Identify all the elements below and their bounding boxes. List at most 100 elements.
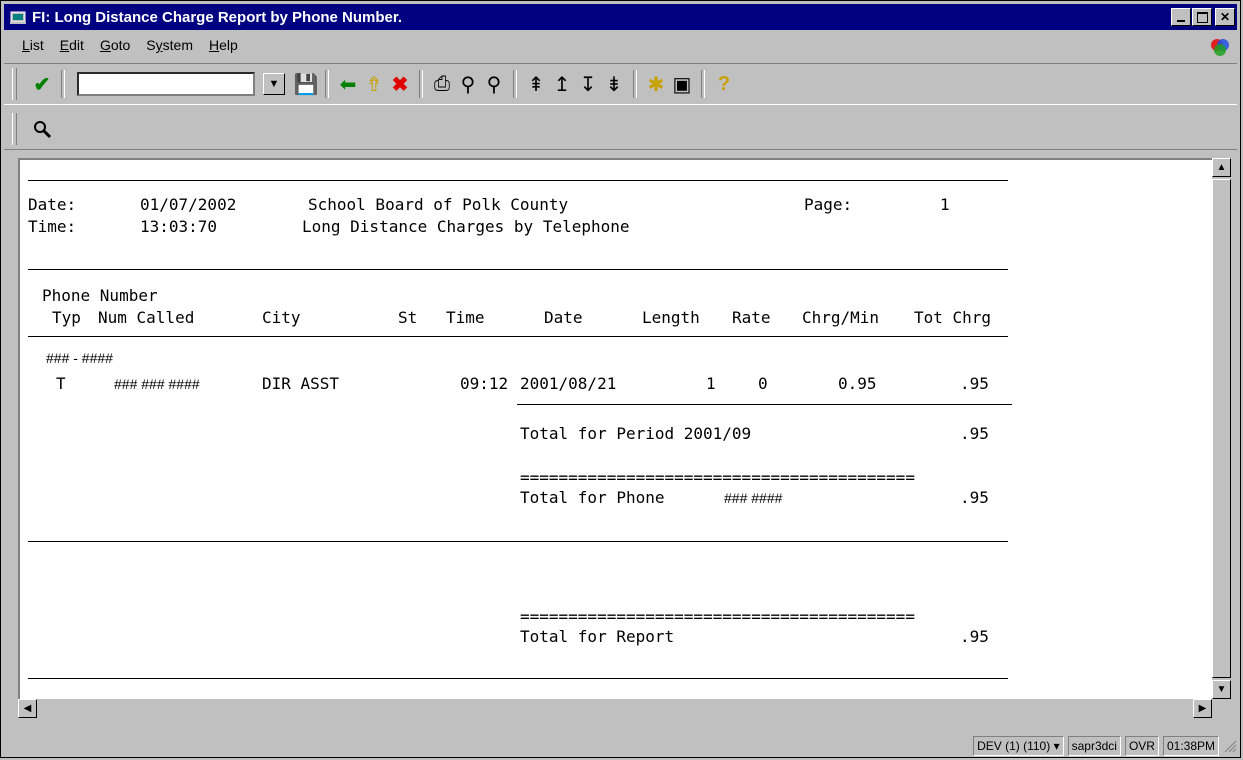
maximize-button[interactable] [1192,8,1212,26]
toolbar-grip [12,113,17,145]
close-icon: ✕ [1219,10,1231,24]
back-arrow-icon[interactable]: ⬅ [335,71,361,97]
phone-total-label: Total for Phone [520,488,665,507]
arrow-down-icon: ▼ [1216,684,1227,695]
report-subtitle: Long Distance Charges by Telephone [302,217,630,236]
column-header-chrg-min: Chrg/Min [802,308,880,327]
divider [28,336,1008,337]
divider [28,678,1008,679]
minimize-button[interactable] [1171,8,1191,26]
help-question-icon[interactable]: ? [711,71,737,97]
column-header-length: Length [642,308,700,327]
maximize-icon [1196,11,1208,23]
menu-bar: List Edit Goto System Help [4,33,1237,57]
status-insert-mode: OVR [1124,736,1159,756]
row-num-called: ### ### #### [114,376,200,392]
phone-group-number: ### - #### [46,350,113,366]
shortcut-icon[interactable]: ▣ [669,71,695,97]
magnifier-search-icon[interactable] [29,116,55,142]
arrow-right-icon: ▶ [1198,703,1207,714]
print-icon[interactable]: ⎙ [429,71,455,97]
standard-toolbar: ✔ ▼ 💾 ⬅ ⇮ ✖ ⎙ ⚲ ⚲ ⇞ ↥ ↧ ⇟ ✱ ▣ ? [4,63,1237,105]
row-rate: 0 [758,374,768,393]
scroll-thumb[interactable] [1212,179,1231,678]
row-tot-chrg: .95 [960,374,989,393]
column-header-num-called: Num Called [98,308,195,327]
row-time: 09:12 [460,374,509,393]
scroll-down-button[interactable]: ▼ [1212,680,1231,699]
next-page-icon[interactable]: ↧ [575,71,601,97]
sap-app-icon[interactable] [10,9,28,25]
row-length: 1 [706,374,716,393]
command-dropdown-button[interactable]: ▼ [263,73,285,95]
arrow-left-icon: ◀ [23,703,32,714]
chevron-down-icon: ▾ [1053,739,1060,753]
scroll-left-button[interactable]: ◀ [18,699,37,718]
phone-total-number: ### #### [724,490,783,506]
report-time: 13:03:70 [140,217,218,236]
column-header-date: Date [544,308,583,327]
application-toolbar [4,109,1237,150]
first-page-icon[interactable]: ⇞ [523,71,549,97]
separator-line: ========================================… [520,607,915,626]
enter-checkmark-icon[interactable]: ✔ [29,71,55,97]
menu-list[interactable]: List [22,37,44,53]
report-total-value: .95 [960,627,989,646]
status-clock: 01:38PM [1162,736,1219,756]
minimize-icon [1177,20,1185,22]
column-header-st: St [398,308,418,327]
arrow-up-icon: ▲ [1216,162,1227,173]
chevron-down-icon: ▼ [268,78,280,90]
sap-window: FI: Long Distance Charge Report by Phone… [0,0,1241,758]
page-number: 1 [940,195,950,214]
menu-goto[interactable]: Goto [100,37,130,53]
page-label: Page: [804,195,853,214]
status-system[interactable]: DEV (1) (110) ▾ [973,736,1064,756]
organization-name: School Board of Polk County [308,195,569,214]
period-total-label: Total for Period 2001/09 [520,424,752,443]
create-session-icon[interactable]: ✱ [643,71,669,97]
column-header-rate: Rate [732,308,771,327]
divider [28,180,1008,181]
row-chrg-min: 0.95 [838,374,877,393]
report-date: 01/07/2002 [140,195,237,214]
resize-grip-icon[interactable] [1223,739,1237,753]
title-bar: FI: Long Distance Charge Report by Phone… [4,4,1237,30]
column-header-time: Time [446,308,485,327]
window-title: FI: Long Distance Charge Report by Phone… [32,8,403,26]
time-label: Time: [28,217,77,236]
last-page-icon[interactable]: ⇟ [601,71,627,97]
row-date: 2001/08/21 [520,374,617,393]
date-label: Date: [28,195,77,214]
status-bar: DEV (1) (110) ▾ sapr3dci OVR 01:38PM [4,736,1237,756]
cancel-x-icon[interactable]: ✖ [387,71,413,97]
save-icon[interactable]: 💾 [293,71,319,97]
divider [28,269,1008,270]
report-total-label: Total for Report [520,627,675,646]
previous-page-icon[interactable]: ↥ [549,71,575,97]
vertical-scrollbar[interactable]: ▲ ▼ [1212,158,1231,699]
column-header-tot-chrg: Tot Chrg [914,308,992,327]
report-list-area: Date: 01/07/2002 School Board of Polk Co… [18,158,1212,699]
menu-help[interactable]: Help [209,37,238,53]
horizontal-scrollbar[interactable]: ◀ ▶ [18,699,1231,718]
menu-system[interactable]: System [146,37,193,53]
divider [28,541,1008,542]
divider [517,404,1012,405]
command-field[interactable] [77,72,255,96]
row-typ: T [56,374,66,393]
exit-up-arrow-icon[interactable]: ⇮ [361,71,387,97]
period-total-value: .95 [960,424,989,443]
close-button[interactable]: ✕ [1215,8,1235,26]
phone-total-value: .95 [960,488,989,507]
menu-edit[interactable]: Edit [60,37,84,53]
find-icon[interactable]: ⚲ [455,71,481,97]
find-next-icon[interactable]: ⚲ [481,71,507,97]
scroll-up-button[interactable]: ▲ [1212,158,1231,177]
column-header-typ: Typ [52,308,81,327]
scroll-right-button[interactable]: ▶ [1193,699,1212,718]
row-city: DIR ASST [262,374,340,393]
sap-color-logo-icon [1210,37,1230,57]
column-header-city: City [262,308,301,327]
status-server: sapr3dci [1067,736,1121,756]
